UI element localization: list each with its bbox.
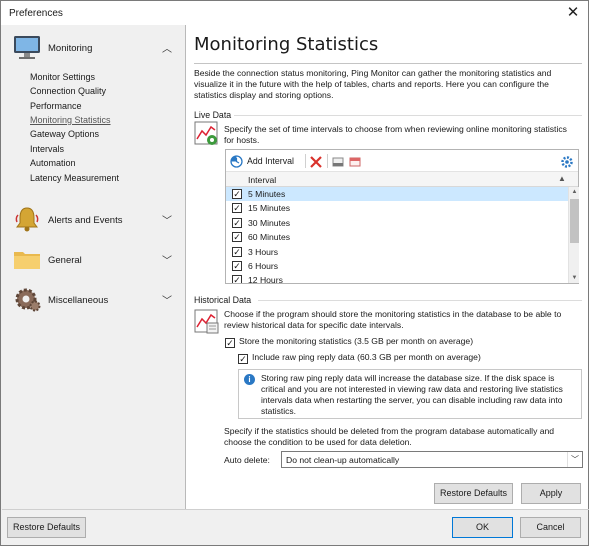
chevron-down-icon: ﹀ — [162, 216, 172, 227]
sidebar: Monitoring ︿ Monitor Settings Connection… — [2, 25, 185, 509]
title-divider — [194, 63, 582, 64]
sidebar-category-label: Miscellaneous — [48, 295, 109, 306]
interval-row[interactable]: ✓ 15 Minutes — [226, 201, 568, 215]
auto-delete-label: Auto delete: — [224, 455, 270, 465]
sidebar-category-label: General — [48, 255, 82, 266]
section-divider — [258, 300, 582, 301]
interval-checkbox[interactable]: ✓ — [232, 275, 242, 283]
store-statistics-checkbox[interactable]: ✓ Store the monitoring statistics (3.5 GB… — [225, 336, 473, 348]
scroll-thumb[interactable] — [570, 199, 579, 243]
sidebar-category-monitoring[interactable]: Monitoring ︿ — [12, 33, 180, 63]
sidebar-item-performance[interactable]: Performance — [30, 101, 82, 111]
interval-row[interactable]: ✓ 3 Hours — [226, 245, 568, 259]
cancel-button[interactable]: Cancel — [520, 517, 581, 538]
footer-divider — [2, 509, 589, 510]
chart-settings-icon — [194, 121, 218, 145]
sidebar-item-automation[interactable]: Automation — [30, 158, 76, 168]
info-icon: i — [244, 374, 255, 385]
content-pane: Monitoring Statistics Beside the connect… — [186, 25, 588, 509]
historical-data-description: Choose if the program should store the m… — [224, 309, 562, 330]
scroll-down-icon[interactable]: ▼ — [569, 273, 580, 283]
interval-label: 3 Hours — [248, 246, 279, 257]
interval-checkbox[interactable]: ✓ — [232, 217, 242, 228]
sidebar-category-miscellaneous[interactable]: Miscellaneous ﹀ — [12, 285, 180, 315]
interval-row[interactable]: ✓ 60 Minutes — [226, 230, 568, 244]
chevron-up-icon: ︿ — [162, 44, 172, 55]
restore-defaults-page-button[interactable]: Restore Defaults — [434, 483, 513, 504]
raw-data-info-text: Storing raw ping reply data will increas… — [261, 373, 563, 416]
apply-button[interactable]: Apply — [521, 483, 581, 504]
auto-delete-select[interactable]: Do not clean-up automatically ﹀ — [281, 451, 583, 468]
interval-label: 15 Minutes — [248, 203, 291, 214]
gear-icon — [15, 288, 41, 312]
interval-checkbox[interactable]: ✓ — [232, 203, 242, 214]
page-intro: Beside the connection status monitoring,… — [194, 68, 552, 100]
title-bar: Preferences ✕ — [1, 1, 588, 25]
historical-data-heading: Historical Data — [194, 295, 252, 305]
auto-delete-value: Do not clean-up automatically — [286, 455, 400, 465]
store-statistics-check-icon: ✓ — [225, 338, 235, 348]
interval-row[interactable]: ✓ 30 Minutes — [226, 216, 568, 230]
grid-rows: ✓ 5 Minutes ✓ 15 Minutes ✓ 30 Minutes ✓ 60 Minu… — [226, 150, 568, 283]
sidebar-item-gateway-options[interactable]: Gateway Options — [30, 129, 99, 139]
interval-checkbox[interactable]: ✓ — [232, 261, 242, 271]
folder-icon — [14, 252, 40, 269]
bell-icon — [15, 207, 39, 232]
ok-button[interactable]: OK — [452, 517, 513, 538]
window-title: Preferences — [9, 8, 63, 19]
chevron-down-icon: ﹀ — [162, 296, 172, 307]
interval-checkbox[interactable]: ✓ — [232, 232, 242, 243]
chevron-down-icon[interactable]: ﹀ — [567, 452, 582, 467]
auto-delete-description: Specify if the statistics should be dele… — [224, 426, 555, 447]
interval-label: 6 Hours — [248, 261, 279, 271]
intervals-grid: Add Interval Interval ▲ ✓ 5 Minutes ✓ 15… — [225, 149, 579, 284]
interval-label: 5 Minutes — [248, 189, 286, 199]
scroll-up-icon[interactable]: ▲ — [569, 187, 580, 197]
interval-label: 60 Minutes — [248, 232, 291, 243]
chevron-down-icon: ﹀ — [162, 256, 172, 267]
interval-label: 30 Minutes — [248, 217, 291, 228]
include-raw-data-label: Include raw ping reply data (60.3 GB per… — [252, 352, 481, 362]
sidebar-category-label: Alerts and Events — [48, 215, 123, 226]
restore-defaults-button[interactable]: Restore Defaults — [7, 517, 86, 538]
live-data-heading: Live Data — [194, 110, 232, 120]
store-statistics-label: Store the monitoring statistics (3.5 GB … — [239, 336, 474, 346]
close-icon[interactable]: ✕ — [564, 4, 582, 22]
section-divider — [234, 115, 582, 116]
sidebar-item-connection-quality[interactable]: Connection Quality — [30, 86, 106, 96]
sidebar-category-alerts[interactable]: Alerts and Events ﹀ — [12, 205, 180, 235]
history-chart-icon — [194, 309, 219, 334]
sidebar-category-label: Monitoring — [48, 43, 93, 54]
monitor-icon — [14, 36, 40, 59]
include-raw-data-checkbox[interactable]: ✓ Include raw ping reply data (60.3 GB pe… — [238, 352, 481, 364]
preferences-window: Preferences ✕ Monitoring ︿ Monitor Setti… — [0, 0, 589, 546]
sidebar-item-intervals[interactable]: Intervals — [30, 144, 64, 154]
grid-scrollbar[interactable]: ▲ ▼ — [568, 187, 579, 283]
sidebar-item-monitoring-statistics[interactable]: Monitoring Statistics — [30, 115, 111, 125]
sidebar-item-monitor-settings[interactable]: Monitor Settings — [30, 72, 95, 82]
include-raw-check-icon: ✓ — [238, 354, 248, 364]
interval-row[interactable]: ✓ 6 Hours — [226, 259, 568, 273]
sidebar-category-general[interactable]: General ﹀ — [12, 245, 180, 275]
interval-checkbox[interactable]: ✓ — [232, 189, 242, 199]
interval-row[interactable]: ✓ 12 Hours — [226, 273, 568, 283]
raw-data-info-box: i Storing raw ping reply data will incre… — [238, 369, 582, 419]
interval-row[interactable]: ✓ 5 Minutes — [226, 187, 568, 202]
interval-label: 12 Hours — [248, 275, 283, 283]
page-title: Monitoring Statistics — [194, 34, 379, 55]
live-data-description: Specify the set of time intervals to cho… — [224, 124, 567, 145]
interval-checkbox[interactable]: ✓ — [232, 246, 242, 257]
sidebar-item-latency-measurement[interactable]: Latency Measurement — [30, 173, 119, 183]
